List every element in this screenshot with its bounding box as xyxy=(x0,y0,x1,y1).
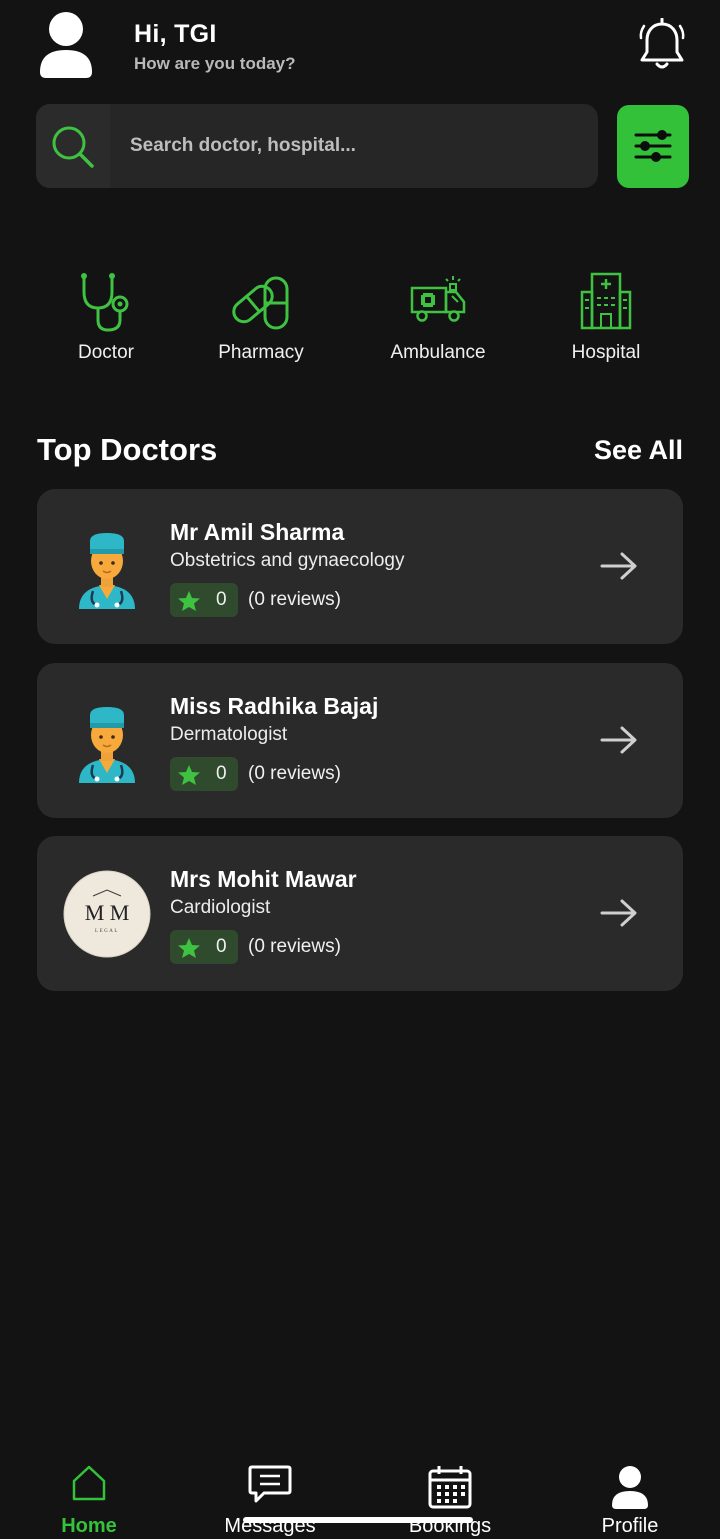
star-icon xyxy=(178,591,200,611)
category-ambulance[interactable]: Ambulance xyxy=(363,262,513,372)
nav-label: Profile xyxy=(601,1515,659,1537)
review-count: (0 reviews) xyxy=(248,936,341,957)
doctor-specialty: Dermatologist xyxy=(170,724,288,745)
profile-icon xyxy=(612,1466,648,1509)
sliders-icon xyxy=(634,130,672,162)
rating-value: 0 xyxy=(216,936,227,957)
star-icon xyxy=(178,938,200,958)
doctor-card[interactable]: Mr Amil Sharma Obstetrics and gynaecolog… xyxy=(37,489,683,644)
doctor-specialty: Cardiologist xyxy=(170,897,271,918)
search-icon-box[interactable] xyxy=(36,104,110,188)
nav-item-profile[interactable]: Profile xyxy=(560,1455,700,1539)
doctor-name: Miss Radhika Bajaj xyxy=(170,693,379,719)
category-row: Doctor Pharmacy Ambulance Hospital xyxy=(0,262,720,372)
pill-icon xyxy=(232,276,289,330)
rating-badge: 0 xyxy=(170,930,238,964)
see-all-link[interactable]: See All xyxy=(594,435,683,466)
home-icon xyxy=(72,1465,106,1501)
review-count: (0 reviews) xyxy=(248,763,341,784)
doctor-name: Mrs Mohit Mawar xyxy=(170,866,357,892)
message-icon xyxy=(248,1465,292,1503)
doctor-avatar-icon xyxy=(79,533,135,609)
doctor-card[interactable]: Miss Radhika Bajaj Dermatologist 0 (0 re… xyxy=(37,663,683,818)
category-label: Pharmacy xyxy=(218,342,304,363)
greeting-text: Hi, TGI xyxy=(134,20,217,48)
home-indicator xyxy=(243,1517,473,1523)
search-input[interactable] xyxy=(130,104,580,188)
section-title: Top Doctors xyxy=(37,432,218,467)
hospital-icon xyxy=(580,272,632,330)
bottom-nav: Home Messages Bookings Profile xyxy=(0,1455,720,1539)
arrow-right-icon[interactable] xyxy=(600,898,638,928)
bell-icon[interactable] xyxy=(638,18,686,72)
nav-item-bookings[interactable]: Bookings xyxy=(380,1455,520,1539)
rating-value: 0 xyxy=(216,589,227,610)
subgreeting-text: How are you today? xyxy=(134,54,296,73)
category-label: Hospital xyxy=(571,342,641,363)
category-doctor[interactable]: Doctor xyxy=(31,262,181,372)
search-bar[interactable] xyxy=(36,104,598,188)
rating-value: 0 xyxy=(216,763,227,784)
category-label: Doctor xyxy=(78,342,134,363)
calendar-icon xyxy=(428,1466,472,1509)
ambulance-icon xyxy=(410,276,466,322)
nav-item-home[interactable]: Home xyxy=(19,1455,159,1539)
nav-label: Home xyxy=(61,1515,117,1537)
category-pharmacy[interactable]: Pharmacy xyxy=(186,262,336,372)
doctor-name: Mr Amil Sharma xyxy=(170,519,345,545)
monogram-logo: M M LEGAL xyxy=(63,870,151,958)
arrow-right-icon[interactable] xyxy=(600,551,638,581)
rating-badge: 0 xyxy=(170,583,238,617)
rating-badge: 0 xyxy=(170,757,238,791)
doctor-card[interactable]: M M LEGAL Mrs Mohit Mawar Cardiologist 0… xyxy=(37,836,683,991)
header: Hi, TGI How are you today? xyxy=(0,0,720,100)
category-hospital[interactable]: Hospital xyxy=(531,262,681,372)
doctor-specialty: Obstetrics and gynaecology xyxy=(170,550,405,571)
svg-text:LEGAL: LEGAL xyxy=(95,929,119,934)
nav-item-messages[interactable]: Messages xyxy=(200,1455,340,1539)
arrow-right-icon[interactable] xyxy=(600,725,638,755)
review-count: (0 reviews) xyxy=(248,589,341,610)
stethoscope-icon xyxy=(81,273,129,332)
user-avatar-icon[interactable] xyxy=(38,12,94,78)
filter-button[interactable] xyxy=(617,105,689,188)
search-icon xyxy=(52,126,94,168)
star-icon xyxy=(178,765,200,785)
doctor-avatar-icon xyxy=(79,707,135,783)
category-label: Ambulance xyxy=(390,342,486,363)
svg-text:M M: M M xyxy=(85,900,130,925)
